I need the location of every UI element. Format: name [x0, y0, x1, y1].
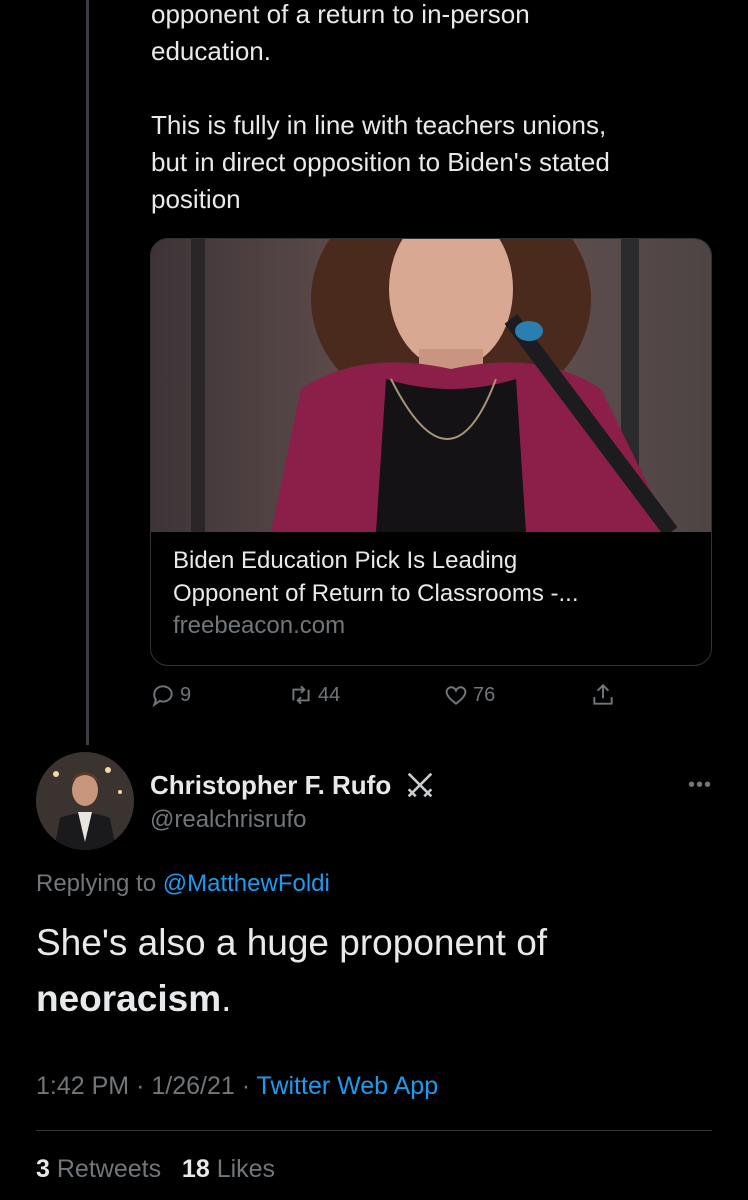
like-icon [445, 686, 467, 705]
share-action[interactable] [590, 682, 620, 708]
likes-stat[interactable]: 18 Likes [182, 1155, 275, 1183]
tweet-time[interactable]: 1:42 PM [36, 1072, 129, 1100]
tweet-metadata: 1:42 PM · 1/26/21 · Twitter Web App [36, 1072, 438, 1101]
swords-icon [407, 772, 433, 798]
author-name-row[interactable]: Christopher F. Rufo [150, 768, 437, 802]
retweet-count: 44 [318, 683, 341, 706]
reply-action[interactable]: 9 [150, 682, 191, 708]
replying-to-mention[interactable]: @MatthewFoldi [163, 870, 330, 897]
replying-to-line: Replying to @MatthewFoldi [36, 870, 330, 898]
meta-separator-2: · [241, 1072, 251, 1100]
more-icon[interactable]: ••• [688, 774, 712, 797]
engagement-stats: 3 Retweets 18 Likes [36, 1155, 275, 1184]
meta-separator-1: · [136, 1072, 145, 1100]
link-preview-card[interactable]: Biden Education Pick Is Leading Opponent… [150, 238, 712, 666]
retweets-stat[interactable]: 3 Retweets [36, 1155, 161, 1183]
parent-tweet-text: opponent of a return to in-person educat… [151, 0, 721, 218]
author-name[interactable]: Christopher F. Rufo [150, 770, 391, 801]
like-count: 76 [473, 683, 496, 706]
likes-label: Likes [216, 1155, 276, 1183]
reply-icon [152, 685, 173, 708]
parent-tweet-text-part2: This is fully in line with teachers unio… [151, 110, 610, 214]
share-icon [593, 683, 613, 705]
replying-to-prefix: Replying to [36, 870, 157, 897]
retweet-icon [292, 685, 310, 705]
link-preview-image [151, 239, 711, 532]
divider [36, 1130, 712, 1131]
retweets-label: Retweets [56, 1155, 162, 1183]
reply-count: 9 [180, 683, 192, 706]
likes-count: 18 [181, 1155, 210, 1183]
like-action[interactable]: 76 [443, 682, 495, 708]
reply-text-bold: neoracism [36, 978, 222, 1019]
tweet-source[interactable]: Twitter Web App [257, 1072, 439, 1100]
avatar[interactable] [36, 752, 134, 850]
author-handle[interactable]: @realchrisrufo [150, 806, 306, 834]
parent-tweet-text-part1: opponent of a return to in-person educat… [151, 0, 530, 66]
link-preview-title[interactable]: Biden Education Pick Is Leading Opponent… [173, 544, 689, 610]
retweet-action[interactable]: 44 [288, 682, 340, 708]
reply-tweet-text: She's also a huge proponent of neoracism… [36, 915, 716, 1027]
retweets-count: 3 [36, 1155, 50, 1183]
tweet-date[interactable]: 1/26/21 [151, 1072, 234, 1100]
reply-text-end: . [221, 978, 232, 1019]
reply-text-plain: She's also a huge proponent of [36, 922, 548, 963]
link-preview-domain: freebeacon.com [173, 612, 346, 639]
thread-connector-line [86, 0, 89, 745]
parent-tweet-actions: 9 44 76 [150, 682, 620, 716]
